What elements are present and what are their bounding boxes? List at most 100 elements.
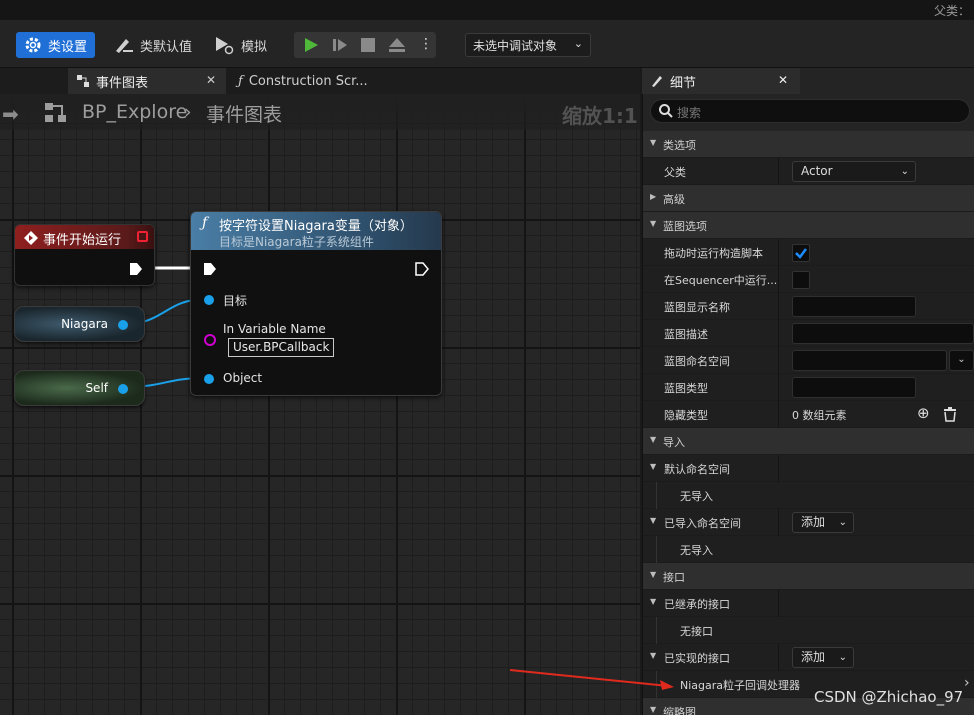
object-pin[interactable]	[117, 319, 129, 331]
row-label: 类选项	[663, 139, 696, 152]
property-imported-namespaces: ▼ 已导入命名空间 添加 ⌄	[643, 509, 974, 536]
row-label: 在Sequencer中运行...	[664, 274, 778, 287]
run-construction-checkbox[interactable]	[792, 244, 810, 262]
variable-name-input[interactable]: User.BPCallback	[228, 338, 334, 357]
row-label: 父类	[664, 166, 686, 179]
row-label: 默认命名空间	[664, 463, 730, 476]
add-interface-button[interactable]: 添加 ⌄	[792, 647, 854, 668]
search-placeholder: 搜索	[677, 106, 702, 120]
variable-label: Self	[85, 381, 108, 395]
node-subtitle: 目标是Niagara粒子系统组件	[219, 235, 374, 249]
chevron-down-icon: ▼	[650, 219, 657, 228]
exec-out-pin[interactable]	[129, 262, 143, 276]
row-label: 蓝图选项	[663, 220, 707, 233]
chevron-right-icon: ▶	[650, 192, 657, 201]
property-bp-type: 蓝图类型	[643, 374, 974, 401]
row-label: 蓝图显示名称	[664, 301, 730, 314]
node-title: 事件开始运行	[43, 233, 122, 248]
row-label: Niagara粒子回调处理器	[680, 679, 801, 692]
bp-type-input[interactable]	[792, 377, 916, 398]
list-item: 无导入	[643, 482, 974, 509]
category-imports[interactable]: ▼ 导入	[643, 428, 974, 455]
run-in-sequencer-checkbox[interactable]	[792, 271, 810, 289]
tab-details[interactable]: 细节 ✕	[642, 68, 800, 94]
hide-categories-value: 0 数组元素	[792, 409, 847, 422]
chevron-down-icon: ⌄	[838, 652, 847, 663]
pin-variable-name-label: In Variable Name	[223, 322, 326, 336]
delegate-pin-icon[interactable]	[137, 231, 148, 242]
pin-object-label: Object	[223, 371, 263, 385]
self-variable-node[interactable]: Self	[14, 370, 145, 406]
property-run-in-sequencer: 在Sequencer中运行...	[643, 266, 974, 293]
property-bp-description: 蓝图描述	[643, 320, 974, 347]
category-advanced[interactable]: ▶ 高级	[643, 185, 974, 212]
chevron-down-icon: ▼	[650, 516, 657, 525]
category-class-options[interactable]: ▼ 类选项	[643, 131, 974, 158]
row-label: 蓝图命名空间	[664, 355, 730, 368]
row-label: 无导入	[680, 544, 713, 557]
row-label: 已实现的接口	[664, 652, 730, 665]
chevron-down-icon: ▼	[650, 570, 657, 579]
search-icon	[659, 104, 673, 118]
property-hide-categories: 隐藏类型 0 数组元素 ⊕	[643, 401, 974, 428]
parent-class-dropdown[interactable]: Actor ⌄	[792, 161, 916, 182]
add-namespace-button[interactable]: 添加 ⌄	[792, 512, 854, 533]
property-parent-class: 父类 Actor ⌄	[643, 158, 974, 185]
object-pin[interactable]	[117, 383, 129, 395]
chevron-down-icon: ⌄	[900, 166, 909, 177]
parent-class-value: Actor	[801, 164, 833, 178]
row-label: 无导入	[680, 490, 713, 503]
niagara-variable-node[interactable]: Niagara	[14, 306, 145, 342]
row-label: 蓝图描述	[664, 328, 708, 341]
variable-label: Niagara	[61, 317, 108, 331]
chevron-down-icon: ▼	[650, 435, 657, 444]
category-interfaces[interactable]: ▼ 接口	[643, 563, 974, 590]
event-begin-play-node[interactable]: 事件开始运行	[14, 224, 155, 286]
row-label: 蓝图类型	[664, 382, 708, 395]
property-run-construction-on-drag: 拖动时运行构造脚本	[643, 239, 974, 266]
node-title: 按字符设置Niagara变量（对象）	[219, 219, 413, 234]
property-bp-display-name: 蓝图显示名称	[643, 293, 974, 320]
property-bp-namespace: 蓝图命名空间 ⌄	[643, 347, 974, 374]
add-label: 添加	[801, 515, 826, 529]
exec-in-pin[interactable]	[203, 262, 217, 276]
row-label: 已导入命名空间	[664, 517, 741, 530]
row-label: 缩略图	[663, 706, 696, 715]
row-label: 无接口	[680, 625, 713, 638]
bp-namespace-input[interactable]	[792, 350, 947, 371]
parent-class-label: 父类：	[933, 4, 970, 18]
annotation-arrow	[509, 669, 674, 690]
list-item: 无导入	[643, 536, 974, 563]
tab-details-label: 细节	[670, 75, 697, 91]
property-default-namespaces: ▼ 默认命名空间	[643, 455, 974, 482]
list-item: 无接口	[643, 617, 974, 644]
chevron-down-icon: ▼	[650, 705, 657, 714]
chevron-down-icon: ▼	[650, 462, 657, 471]
chevron-down-icon: ▼	[650, 597, 657, 606]
set-niagara-variable-node[interactable]: ƒ 按字符设置Niagara变量（对象） 目标是Niagara粒子系统组件 目标…	[190, 211, 442, 396]
bp-description-input[interactable]	[792, 323, 974, 344]
row-label: 拖动时运行构造脚本	[664, 247, 763, 260]
trash-icon[interactable]	[943, 407, 957, 422]
close-icon[interactable]: ✕	[778, 73, 788, 87]
object-value-pin[interactable]	[203, 373, 215, 385]
pin-target-label: 目标	[223, 294, 248, 308]
row-label: 隐藏类型	[664, 409, 708, 422]
category-blueprint-options[interactable]: ▼ 蓝图选项	[643, 212, 974, 239]
chevron-down-icon[interactable]: ⌄	[949, 350, 974, 371]
chevron-down-icon: ⌄	[838, 517, 847, 528]
name-pin[interactable]	[203, 333, 217, 347]
bp-display-name-input[interactable]	[792, 296, 916, 317]
property-implemented-interfaces: ▼ 已实现的接口 添加 ⌄	[643, 644, 974, 671]
details-icon	[652, 76, 662, 87]
row-label: 高级	[663, 193, 685, 206]
chevron-right-icon[interactable]: ›	[964, 675, 970, 691]
function-icon: ƒ	[202, 215, 208, 231]
watermark: CSDN @Zhichao_97	[814, 688, 964, 706]
target-pin[interactable]	[203, 294, 215, 306]
add-element-icon[interactable]: ⊕	[917, 404, 930, 422]
add-label: 添加	[801, 650, 826, 664]
search-input[interactable]: 搜索	[650, 99, 970, 123]
property-inherited-interfaces: ▼ 已继承的接口	[643, 590, 974, 617]
exec-out-pin[interactable]	[415, 262, 429, 276]
